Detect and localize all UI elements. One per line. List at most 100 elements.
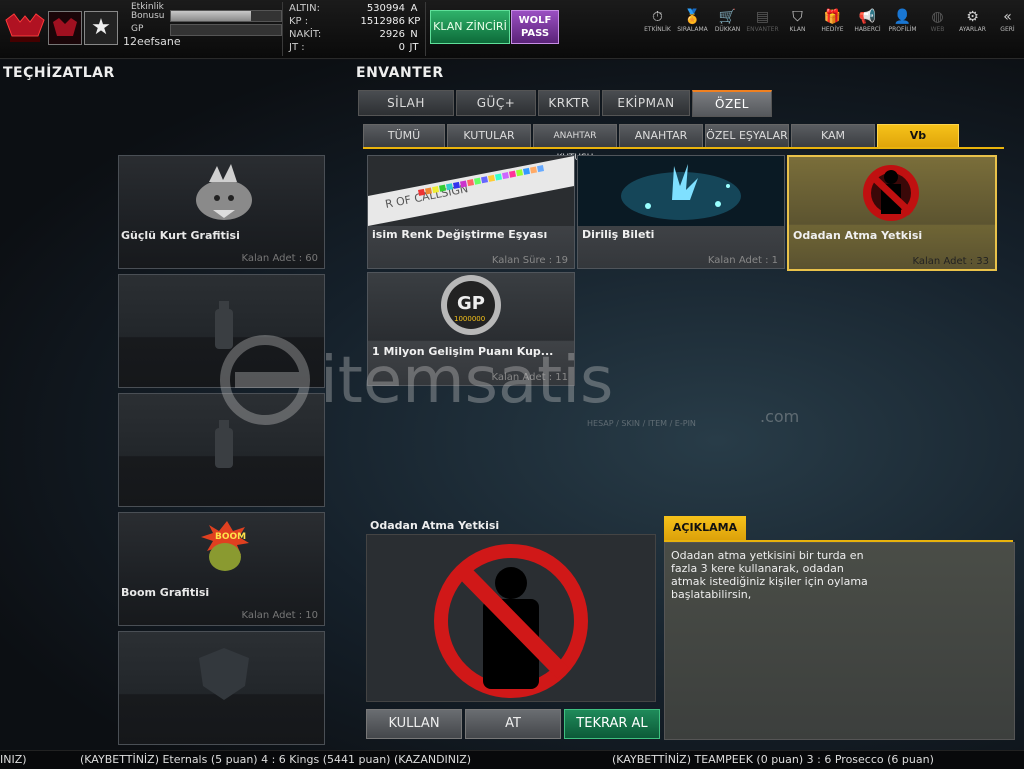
inventory-subtabs: TÜMÜKUTULARANAHTAR KUTUSUANAHTARÖZEL EŞY… [363, 124, 961, 163]
topmenu-etki̇nli̇k[interactable]: ⏱ ETKİNLİK [640, 8, 675, 33]
subtab-underline [363, 147, 1004, 149]
topmenu-haberci̇[interactable]: 📢 HABERCİ [850, 8, 885, 33]
subtab-1[interactable]: KUTULAR [447, 124, 531, 148]
inventory-tabs: SİLAH GÜÇ+ KRKTR EKİPMAN ÖZEL [358, 90, 774, 117]
color-swatch [481, 176, 489, 184]
wolf-logo-icon [5, 13, 45, 42]
color-swatch [446, 183, 454, 191]
currency-label: KP : [289, 16, 309, 27]
equipment-list: Güçlü Kurt Grafitisi Kalan Adet : 60 BOO… [118, 155, 325, 750]
color-swatch [473, 177, 482, 185]
currency-panel: ALTIN: 530994 A KP :1512986 KP NAKİT: 2926 N … [282, 2, 426, 56]
rebuy-button[interactable]: TEKRAR AL [564, 709, 660, 739]
bonus-bar [170, 10, 282, 22]
item-count: Kalan Adet : 1 [707, 255, 778, 266]
topmenu-envanter[interactable]: ▤ ENVANTER [745, 8, 780, 33]
player-name: 12eefsane [123, 35, 181, 48]
tab-0[interactable]: SİLAH [358, 90, 454, 116]
equip-slot-empty[interactable] [118, 393, 325, 507]
tab-2[interactable]: KRKTR [538, 90, 600, 116]
equip-slot-empty[interactable] [118, 631, 325, 745]
callsign-art: R OF CALLSIGN [368, 156, 574, 226]
color-swatch [432, 186, 440, 194]
wolf-pass-button[interactable]: WOLF PASS [511, 10, 559, 44]
topmenu-label: DÜKKAN [714, 26, 741, 33]
subtab-3[interactable]: ANAHTAR [619, 124, 703, 148]
medal-icon: 🏅 [683, 9, 702, 25]
currency-row-altin: ALTIN: 530994 A [283, 2, 425, 15]
boom-graffiti-icon: BOOM [201, 521, 249, 571]
equip-slot-empty[interactable] [118, 274, 325, 388]
topmenu-geri̇[interactable]: «GERİ [990, 8, 1024, 33]
color-swatch [523, 167, 531, 175]
topmenu-ayarlar[interactable]: ⚙ AYARLAR [955, 8, 990, 33]
topmenu-web[interactable]: ◍ WEB [920, 8, 955, 33]
globe-icon: ◍ [931, 9, 944, 25]
detail-image [366, 534, 656, 702]
equip-slot[interactable]: Güçlü Kurt Grafitisi Kalan Adet : 60 [118, 155, 325, 269]
news-ticker: INIZ) (KAYBETTİNİZ) Eternals (5 puan) 4 … [0, 750, 1024, 769]
currency-row-kp: KP : 1512986 KP [283, 15, 425, 28]
gp-label: GP [131, 24, 144, 34]
subtab-2[interactable]: ANAHTAR KUTUSU [533, 124, 617, 163]
tab-1[interactable]: GÜÇ+ [456, 90, 536, 116]
gift-icon: 🎁 [823, 9, 842, 25]
currency-value: 1512986 [360, 16, 405, 27]
top-bar: ★ Etkinlik Bonusu GP 12eefsane ALTIN: 530… [0, 0, 1024, 59]
item-name: 1 Milyon Gelişim Puanı Kup... [372, 345, 554, 358]
use-button[interactable]: KULLAN [366, 709, 462, 739]
equip-slot[interactable]: BOOM Boom Grafitisi Kalan Adet : 10 [118, 512, 325, 626]
topmenu-label: HABERCİ [854, 26, 881, 33]
gp-coin-amount: 1000000 [454, 315, 485, 323]
color-swatch [467, 179, 475, 187]
currency-label: NAKİT: [289, 29, 322, 40]
bonus-bar-fill [171, 11, 252, 21]
rank-star-icon[interactable]: ★ [84, 11, 118, 45]
item-name: isim Renk Değiştirme Eşyası [372, 228, 548, 241]
profile-icon: 👤 [893, 9, 912, 25]
currency-value: 530994 [366, 3, 405, 14]
currency-label: JT : [289, 42, 305, 53]
spray-can-icon [215, 301, 233, 349]
klan-chain-button[interactable]: KLAN ZİNCİRİ [430, 10, 510, 44]
currency-value: 2926 [379, 29, 405, 40]
inventory-heading: ENVANTER [356, 65, 444, 81]
topmenu-klan[interactable]: ⛉ KLAN [780, 8, 815, 33]
subtab-6[interactable]: Vb [877, 124, 959, 148]
item-card[interactable]: Diriliş Bileti Kalan Adet : 1 [577, 155, 785, 269]
gear-icon: ⚙ [966, 9, 979, 25]
item-card[interactable]: GP 1000000 1 Milyon Gelişim Puanı Kup...… [367, 272, 575, 386]
gp-bar [170, 24, 282, 36]
discard-button[interactable]: AT [465, 709, 561, 739]
color-swatch [460, 180, 468, 188]
subtab-5[interactable]: KAM [791, 124, 875, 148]
topmenu-label: PROFİLİM [888, 26, 917, 33]
subtab-0[interactable]: TÜMÜ [363, 124, 445, 148]
topmenu-hedi̇ye[interactable]: 🎁 HEDİYE [815, 8, 850, 33]
currency-unit: A [410, 3, 418, 14]
tab-3[interactable]: EKİPMAN [602, 90, 690, 116]
detail-title: Odadan Atma Yetkisi [370, 519, 500, 532]
item-card[interactable]: R OF CALLSIGN isim Renk Değiştirme Eşyas… [367, 155, 575, 269]
equip-count: Kalan Adet : 60 [241, 253, 318, 264]
color-swatch [425, 187, 433, 195]
color-swatch [515, 169, 524, 177]
topmenu-profi̇li̇m[interactable]: 👤 PROFİLİM [885, 8, 920, 33]
tab-4[interactable]: ÖZEL [692, 90, 772, 117]
currency-unit: JT [409, 42, 419, 53]
topmenu-label: WEB [930, 26, 945, 33]
equip-count: Kalan Adet : 10 [241, 610, 318, 621]
clan-emblem-icon[interactable] [48, 11, 82, 45]
topmenu-siralama[interactable]: 🏅 SIRALAMA [675, 8, 710, 33]
subtab-4[interactable]: ÖZEL EŞYALAR [705, 124, 789, 148]
topmenu-dükkan[interactable]: 🛒 DÜKKAN [710, 8, 745, 33]
megaphone-icon: 📢 [858, 9, 877, 25]
item-count: Kalan Süre : 19 [491, 255, 568, 266]
color-swatch [495, 173, 503, 181]
description-heading: AÇIKLAMA [664, 516, 746, 540]
item-card-selected[interactable]: Odadan Atma Yetkisi Kalan Adet : 33 [787, 155, 997, 271]
topmenu-label: HEDİYE [821, 26, 844, 33]
kick-art [789, 157, 995, 227]
description-text: Odadan atma yetkisini bir turda en fazla… [671, 549, 868, 601]
color-swatch [536, 165, 545, 173]
